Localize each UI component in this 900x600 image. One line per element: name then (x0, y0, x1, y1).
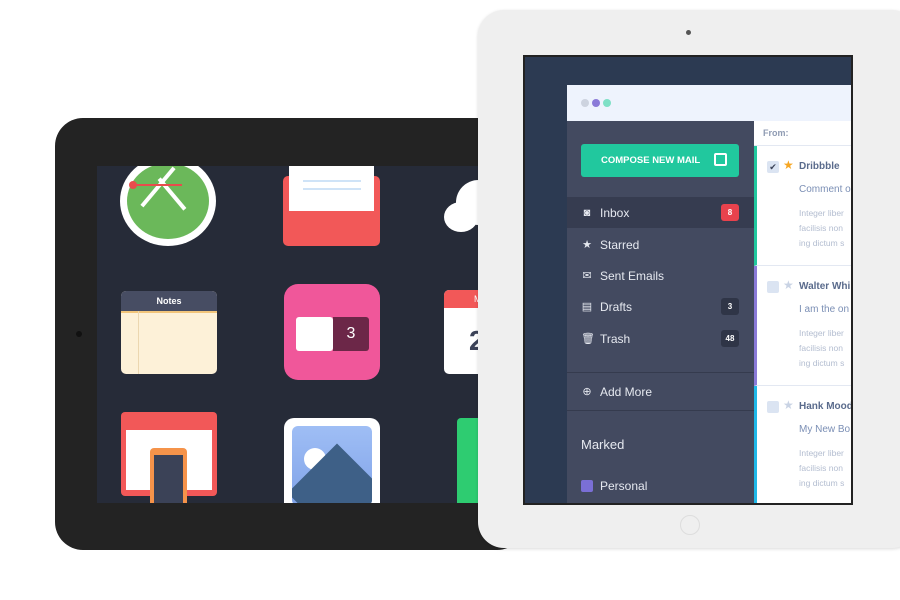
inbox-icon: ◙ (583, 206, 591, 219)
sidebar-item-starred[interactable]: ★ Starred (567, 229, 754, 260)
sidebar-item-inbox[interactable]: ◙ Inbox 8 (567, 197, 754, 228)
home-button[interactable] (680, 515, 700, 535)
marked-item-personal[interactable]: Personal (567, 470, 754, 501)
star-icon[interactable]: ★ (783, 278, 794, 292)
message-list: From: ✔ ★ Dribbble Comment o Integer libe… (754, 121, 853, 503)
star-icon: ★ (582, 239, 592, 251)
message-item[interactable]: ★ Hank Mood My New Bo Integer liber facil… (754, 386, 853, 503)
preview: Integer liber facilisis non ing dictum s (799, 448, 845, 488)
message-checkbox[interactable]: ✔ (767, 161, 779, 173)
marked-heading: Marked (581, 437, 625, 452)
nav-label: Starred (600, 237, 640, 252)
message-item[interactable]: ✔ ★ Dribbble Comment o Integer liber facil… (754, 146, 851, 266)
add-more-label: Add More (600, 384, 653, 399)
mail-app-screen: COMPOSE NEW MAIL ◙ Inbox 8 ★ Starred ✉ Sent … (523, 55, 853, 505)
star-icon[interactable]: ★ (783, 398, 794, 412)
window-dot[interactable] (603, 99, 611, 107)
drafts-badge: 3 (721, 298, 739, 315)
sidebar-item-drafts[interactable]: ▤ Drafts 3 (567, 291, 754, 322)
sender: Hank Mood (799, 401, 853, 412)
calendar-app-icon[interactable]: M 2 (444, 290, 482, 374)
divider (567, 372, 754, 373)
envelope-icon: ✉ (582, 270, 592, 282)
mail-app-icon[interactable] (283, 166, 380, 246)
drafts-icon: ▤ (581, 301, 593, 313)
nav-label: Trash (600, 331, 631, 346)
subject: Comment o (799, 184, 851, 195)
compose-icon (714, 153, 727, 166)
compose-label: COMPOSE NEW MAIL (601, 155, 701, 166)
notes-label: Notes (121, 291, 217, 311)
preview: Integer liber facilisis non ing dictum s (799, 328, 845, 368)
sender: Dribbble (799, 161, 840, 172)
marked-label: Personal (600, 478, 648, 493)
nav-label: Sent Emails (600, 268, 665, 283)
message-checkbox[interactable] (767, 281, 779, 293)
message-checkbox[interactable] (767, 401, 779, 413)
inbox-badge: 8 (721, 204, 739, 221)
plus-circle-icon: ⊕ (582, 386, 592, 398)
subject: My New Bo (799, 424, 851, 435)
window-dot[interactable] (581, 99, 589, 107)
sidebar-item-sent[interactable]: ✉ Sent Emails (567, 260, 754, 291)
sidebar-item-trash[interactable]: 🗑︎ Trash 48 (567, 323, 754, 354)
clock-app-icon[interactable] (120, 166, 216, 246)
camera (686, 30, 691, 35)
notes-app-icon[interactable]: Notes (121, 291, 217, 374)
label-color-swatch (581, 479, 593, 492)
nav-label: Drafts (600, 299, 633, 314)
photos-app-icon[interactable] (284, 418, 380, 503)
window-dot[interactable] (592, 99, 600, 107)
subject: I am the on (799, 304, 850, 315)
divider (567, 410, 754, 411)
compose-button[interactable]: COMPOSE NEW MAIL (581, 144, 739, 177)
sidebar: COMPOSE NEW MAIL ◙ Inbox 8 ★ Starred ✉ Sent … (567, 121, 754, 503)
title-bar (567, 85, 851, 121)
add-more-button[interactable]: ⊕ Add More (567, 376, 754, 407)
home-screen: Notes 3 M 2 (97, 166, 482, 503)
star-icon[interactable]: ★ (783, 158, 794, 172)
camera (76, 331, 82, 337)
calendar-month: M (444, 290, 482, 308)
notification-count: 3 (333, 317, 369, 351)
mail-window: COMPOSE NEW MAIL ◙ Inbox 8 ★ Starred ✉ Sent … (567, 85, 853, 503)
trash-badge: 48 (721, 330, 739, 347)
from-header: From: (754, 121, 851, 146)
responsive-app-icon[interactable] (121, 412, 217, 503)
message-item[interactable]: ★ Walter Whi I am the on Integer liber fa… (754, 266, 851, 386)
sender: Walter Whi (799, 281, 851, 292)
dribbble-app-icon[interactable]: 3 (284, 284, 380, 380)
trash-icon: 🗑︎ (581, 333, 595, 345)
cloud-app-icon[interactable] (444, 180, 482, 232)
preview: Integer liber facilisis non ing dictum s (799, 208, 845, 248)
nav-label: Inbox (600, 205, 630, 220)
